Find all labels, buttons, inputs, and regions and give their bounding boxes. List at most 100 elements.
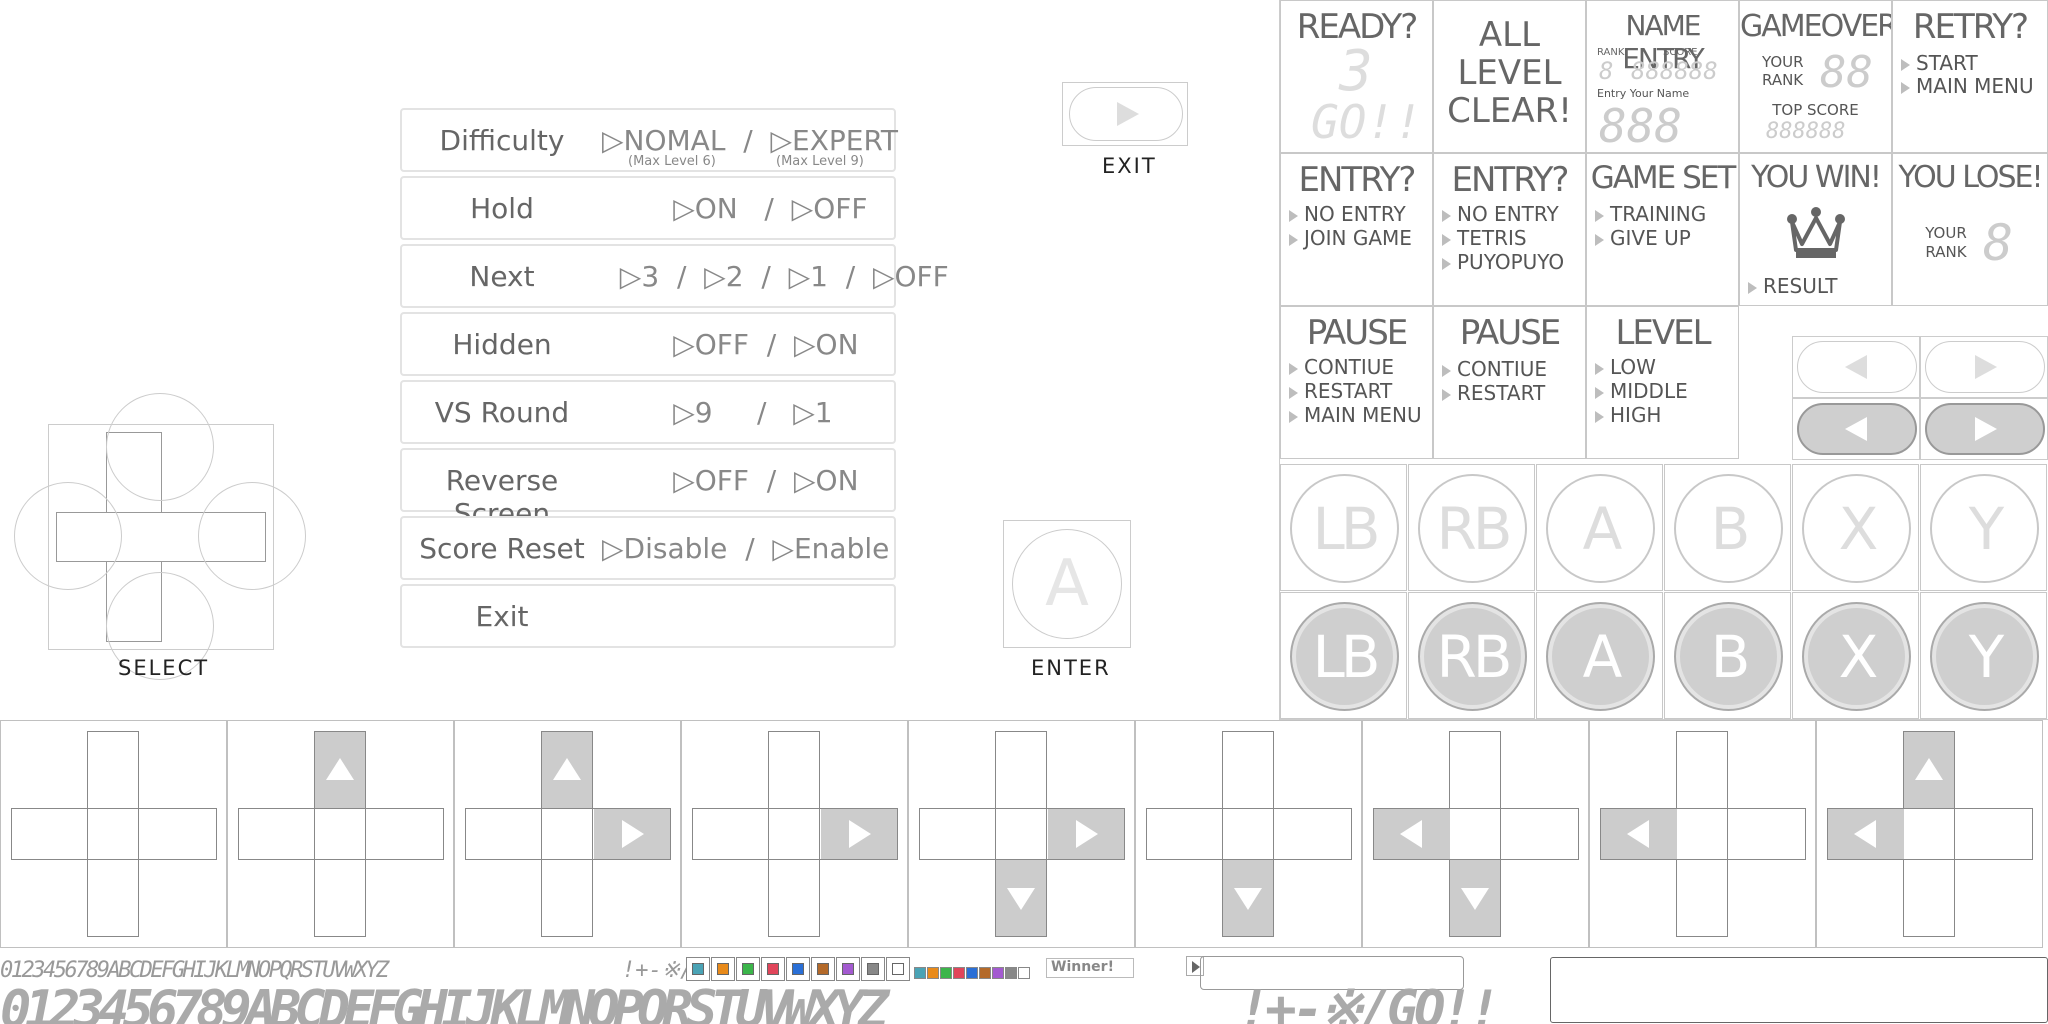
dpad-right-pressed <box>594 809 670 859</box>
font-strip: 0123456789ABCDEFGHIJKLMNOPQRSTUVWXYZ !+-… <box>0 954 2048 1024</box>
left-arrow-button-pressed[interactable] <box>1792 398 1920 460</box>
color-swatch-small <box>927 967 939 979</box>
dpad-state <box>227 720 454 948</box>
panel-you-lose: YOU LOSE! YOUR RANK 8 <box>1892 153 2048 306</box>
button-rb-pressed[interactable]: RB <box>1408 592 1535 719</box>
setting-row[interactable]: Reverse Screen ▷OFF / ▷ON <box>400 448 896 530</box>
color-swatch <box>786 957 810 981</box>
enter-label: ENTER <box>1031 656 1111 680</box>
crown-icon <box>1787 207 1845 258</box>
color-swatch-small <box>966 967 978 979</box>
color-swatch <box>736 957 760 981</box>
dpad-state <box>1589 720 1816 948</box>
exit-label: EXIT <box>1102 154 1157 178</box>
dpad-left-pressed <box>1601 809 1677 859</box>
color-swatch-small <box>1005 967 1017 979</box>
setting-row[interactable]: VS Round ▷9 / ▷1 <box>400 380 896 444</box>
text-box[interactable] <box>1550 957 2048 1023</box>
setting-label: Hold <box>470 192 534 225</box>
dpad-state <box>0 720 227 948</box>
panel-name-entry: NAME ENTRY RANK SCORE 8 888888 Entry You… <box>1586 0 1739 153</box>
setting-sub-label: (Max Level 6) <box>628 154 716 169</box>
button-lb-pressed[interactable]: LB <box>1280 592 1407 719</box>
setting-label: Score Reset <box>419 532 585 565</box>
dpad-down-pressed <box>996 860 1046 936</box>
color-swatch <box>761 957 785 981</box>
setting-row[interactable]: Score Reset ▷Disable / ▷Enable <box>400 516 896 580</box>
panel-retry: RETRY? START MAIN MENU <box>1892 0 2048 153</box>
left-arrow-icon <box>1845 417 1867 441</box>
setting-options[interactable]: ▷ON / ▷OFF <box>602 192 894 225</box>
dpad-state <box>1135 720 1362 948</box>
color-swatch-small <box>1018 967 1030 979</box>
panel-entry-game: ENTRY? NO ENTRY TETRIS PUYOPUYO <box>1433 153 1586 306</box>
dpad-up-pressed <box>315 732 365 808</box>
dpad-state <box>1362 720 1589 948</box>
dpad-right-pressed <box>1048 809 1124 859</box>
color-swatch-small <box>940 967 952 979</box>
setting-options[interactable]: ▷OFF / ▷ON <box>602 464 894 497</box>
right-arrow-icon <box>1975 417 1997 441</box>
enter-button[interactable]: A <box>1003 520 1131 648</box>
setting-options[interactable]: ▷3 / ▷2 / ▷1 / ▷OFF <box>602 260 949 293</box>
button-x[interactable]: X <box>1792 464 1919 591</box>
left-arrow-icon <box>1845 355 1867 379</box>
dpad-left-pressed <box>1828 809 1904 859</box>
setting-row[interactable]: Next ▷3 / ▷2 / ▷1 / ▷OFF <box>400 244 949 308</box>
winner-label: Winner! <box>1046 958 1134 978</box>
color-swatch <box>861 957 885 981</box>
setting-options[interactable]: ▷9 / ▷1 <box>602 396 894 429</box>
right-arrow-button-pressed[interactable] <box>1920 398 2048 460</box>
dpad-state <box>454 720 681 948</box>
setting-sub-label: (Max Level 9) <box>776 154 864 169</box>
color-swatch-small <box>953 967 965 979</box>
setting-row[interactable]: Hold ▷ON / ▷OFF <box>400 176 896 240</box>
setting-row[interactable]: Difficulty ▷NOMAL / ▷EXPERT (Max Level 6) (… <box>400 108 898 172</box>
dpad-right-pressed <box>821 809 897 859</box>
setting-row[interactable]: Exit <box>400 584 896 648</box>
left-arrow-button[interactable] <box>1792 336 1920 398</box>
button-y[interactable]: Y <box>1920 464 2047 591</box>
button-lb[interactable]: LB <box>1280 464 1407 591</box>
dpad-down-pressed <box>1223 860 1273 936</box>
setting-label: Exit <box>475 600 529 633</box>
panel-all-level-clear: ALL LEVEL CLEAR! <box>1433 0 1586 153</box>
button-rb[interactable]: RB <box>1408 464 1535 591</box>
color-swatch <box>886 957 910 981</box>
play-icon <box>1117 102 1139 126</box>
setting-options[interactable]: ▷NOMAL / ▷EXPERT <box>602 124 898 157</box>
button-a-pressed[interactable]: A <box>1536 592 1663 719</box>
panel-you-win: YOU WIN! RESULT <box>1739 153 1892 306</box>
panel-ready: READY? 3 GO!! <box>1280 0 1433 153</box>
color-swatch-small <box>992 967 1004 979</box>
dpad-down-pressed <box>1450 860 1500 936</box>
color-swatch <box>686 957 710 981</box>
button-a[interactable]: A <box>1536 464 1663 591</box>
dpad-up-pressed <box>1904 732 1954 808</box>
setting-options[interactable]: ▷OFF / ▷ON <box>602 328 894 361</box>
select-label: SELECT <box>118 656 210 680</box>
setting-label: Hidden <box>452 328 552 361</box>
dpad-select[interactable] <box>14 392 306 680</box>
button-b[interactable]: B <box>1664 464 1791 591</box>
button-b-pressed[interactable]: B <box>1664 592 1791 719</box>
button-y-pressed[interactable]: Y <box>1920 592 2047 719</box>
dpad-state <box>1816 720 2043 948</box>
exit-button[interactable] <box>1062 82 1188 146</box>
panel-pause-main: PAUSE CONTIUE RESTART MAIN MENU <box>1280 306 1433 459</box>
dpad-left-pressed <box>1374 809 1450 859</box>
dpad-up-pressed <box>542 732 592 808</box>
setting-row[interactable]: Hidden ▷OFF / ▷ON <box>400 312 896 376</box>
right-arrow-button[interactable] <box>1920 336 2048 398</box>
color-swatch <box>811 957 835 981</box>
panel-level: LEVEL LOW MIDDLE HIGH <box>1586 306 1739 459</box>
panel-game-set: GAME SET TRAINING GIVE UP <box>1586 153 1739 306</box>
right-arrow-icon <box>1975 355 1997 379</box>
setting-options[interactable]: ▷Disable / ▷Enable <box>602 532 894 565</box>
color-swatch <box>836 957 860 981</box>
button-x-pressed[interactable]: X <box>1792 592 1919 719</box>
color-swatch-small <box>914 967 926 979</box>
dpad-state <box>681 720 908 948</box>
color-swatch <box>711 957 735 981</box>
setting-label: Difficulty <box>439 124 565 157</box>
